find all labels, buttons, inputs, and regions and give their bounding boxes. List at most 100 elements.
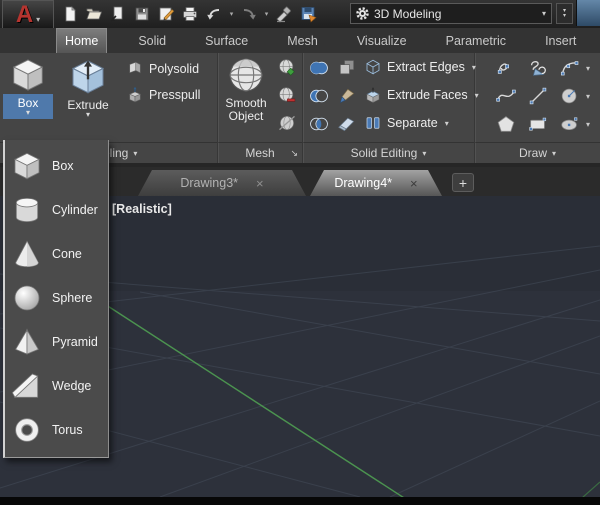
panel-expand-caret-icon: ▾ bbox=[422, 149, 426, 158]
panel-expand-caret-icon: ▾ bbox=[552, 149, 556, 158]
circle-icon bbox=[559, 85, 581, 107]
close-icon[interactable]: × bbox=[256, 176, 264, 191]
open-button[interactable] bbox=[82, 2, 106, 26]
separate-button[interactable]: Separate ▾ bbox=[364, 114, 449, 132]
circle-button[interactable] bbox=[559, 85, 581, 107]
box-flyout-caret-icon: ▾ bbox=[26, 110, 30, 116]
ellipse-caret-icon[interactable]: ▾ bbox=[583, 113, 593, 135]
union-icon bbox=[308, 60, 330, 76]
arc-button[interactable] bbox=[559, 57, 581, 79]
flyout-item-torus[interactable]: Torus bbox=[5, 408, 108, 452]
line-button[interactable] bbox=[527, 85, 549, 107]
mesh-reduce-button[interactable] bbox=[276, 85, 298, 107]
flyout-item-cylinder[interactable]: Cylinder bbox=[5, 188, 108, 232]
eraser-icon bbox=[337, 114, 357, 134]
infocenter-fragment bbox=[576, 0, 600, 26]
flyout-item-sphere[interactable]: Sphere bbox=[5, 276, 108, 320]
tab-insert[interactable]: Insert bbox=[537, 28, 584, 53]
slice-button[interactable] bbox=[336, 57, 358, 79]
polysolid-button[interactable]: Polysolid bbox=[126, 60, 199, 78]
arc-caret-icon[interactable]: ▾ bbox=[583, 57, 593, 79]
polyline-button[interactable] bbox=[495, 57, 517, 79]
visual-style-control[interactable]: [Realistic] bbox=[112, 202, 172, 216]
tab-mesh[interactable]: Mesh bbox=[279, 28, 326, 53]
subtract-icon bbox=[308, 88, 330, 104]
separate-label: Separate bbox=[387, 116, 438, 130]
sphere-icon bbox=[11, 282, 43, 314]
panel-label-mesh[interactable]: Mesh ↘ bbox=[218, 142, 302, 163]
spline-button[interactable] bbox=[495, 85, 517, 107]
box-split-button[interactable]: Box ▾ bbox=[3, 56, 53, 119]
panel-label-draw[interactable]: Draw ▾ bbox=[475, 142, 600, 163]
mesh-refine-button[interactable] bbox=[276, 57, 298, 79]
taper-faces-button[interactable] bbox=[336, 85, 358, 107]
box-button-highlight[interactable]: Box ▾ bbox=[3, 94, 53, 119]
intersect-button[interactable] bbox=[308, 113, 330, 135]
rectangle-button[interactable] bbox=[527, 113, 549, 135]
extrude-caret-icon: ▾ bbox=[86, 112, 90, 118]
extract-edges-label: Extract Edges bbox=[387, 60, 465, 74]
union-button[interactable] bbox=[308, 57, 330, 79]
extract-edges-icon bbox=[364, 58, 382, 76]
doc-tab-drawing3[interactable]: Drawing3* × bbox=[138, 170, 306, 196]
tab-solid[interactable]: Solid bbox=[130, 28, 174, 53]
print-button[interactable] bbox=[178, 2, 202, 26]
tab-surface[interactable]: Surface bbox=[197, 28, 256, 53]
polygon-button[interactable] bbox=[495, 113, 517, 135]
rectangle-icon bbox=[527, 113, 549, 135]
redo-dropdown-caret[interactable]: ▾ bbox=[261, 2, 272, 26]
printer-icon bbox=[181, 5, 199, 23]
freehand-sketch-button[interactable] bbox=[527, 57, 549, 79]
undo-dropdown-caret[interactable]: ▾ bbox=[226, 2, 237, 26]
save-web-button[interactable] bbox=[296, 2, 320, 26]
line-icon bbox=[527, 85, 549, 107]
mesh-refine-icon bbox=[277, 58, 297, 78]
save-web-icon bbox=[299, 5, 317, 23]
clean-button[interactable] bbox=[336, 113, 358, 135]
flyout-item-pyramid[interactable]: Pyramid bbox=[5, 320, 108, 364]
edit-plot-button[interactable] bbox=[154, 2, 178, 26]
flyout-item-cone[interactable]: Cone bbox=[5, 232, 108, 276]
mesh-none-button[interactable] bbox=[276, 112, 298, 134]
extract-edges-button[interactable]: Extract Edges ▾ bbox=[364, 58, 476, 76]
application-menu-button[interactable]: A ▾ bbox=[2, 0, 54, 30]
brush-icon bbox=[337, 86, 357, 106]
tab-home[interactable]: Home bbox=[56, 28, 107, 53]
tab-visualize[interactable]: Visualize bbox=[349, 28, 415, 53]
tab-parametric[interactable]: Parametric bbox=[438, 28, 514, 53]
new-file-icon bbox=[61, 5, 79, 23]
redo-button[interactable] bbox=[237, 2, 261, 26]
dialog-launcher-icon[interactable]: ↘ bbox=[290, 148, 298, 159]
workspace-label: 3D Modeling bbox=[374, 7, 542, 21]
mesh-slash-icon bbox=[277, 113, 297, 133]
smooth-object-button[interactable]: Smooth Object bbox=[222, 55, 270, 123]
undo-arrow-icon bbox=[205, 5, 223, 23]
plot-stamp-button[interactable] bbox=[272, 2, 296, 26]
flyout-item-box[interactable]: Box bbox=[5, 144, 108, 188]
close-icon[interactable]: × bbox=[410, 176, 418, 191]
doc-tab-drawing4[interactable]: Drawing4* × bbox=[310, 170, 442, 196]
extrude-faces-button[interactable]: Extrude Faces ▾ bbox=[364, 86, 479, 104]
freehand-sketch-icon bbox=[527, 57, 549, 79]
polyline-icon bbox=[495, 57, 517, 79]
circle-caret-icon[interactable]: ▾ bbox=[583, 85, 593, 107]
workspace-switcher[interactable]: 3D Modeling ▾ bbox=[350, 3, 552, 24]
extrude-faces-label: Extrude Faces bbox=[387, 88, 468, 102]
toolbar-overflow-button[interactable]: ▾ ▾ bbox=[556, 3, 573, 24]
new-drawing-tab-button[interactable]: + bbox=[452, 173, 474, 192]
presspull-button[interactable]: Presspull bbox=[126, 86, 200, 104]
flyout-item-label: Torus bbox=[52, 423, 83, 437]
undo-button[interactable] bbox=[202, 2, 226, 26]
new-file-button[interactable] bbox=[58, 2, 82, 26]
ellipse-button[interactable] bbox=[559, 113, 581, 135]
subtract-button[interactable] bbox=[308, 85, 330, 107]
flyout-item-label: Box bbox=[52, 159, 74, 173]
extrude-faces-icon bbox=[364, 86, 382, 104]
save-button[interactable] bbox=[106, 2, 130, 26]
draw-label-text: Draw bbox=[519, 146, 547, 160]
save-as-button[interactable] bbox=[130, 2, 154, 26]
panel-label-solid-editing[interactable]: Solid Editing ▾ bbox=[303, 142, 474, 163]
flyout-item-label: Pyramid bbox=[52, 335, 98, 349]
flyout-item-wedge[interactable]: Wedge bbox=[5, 364, 108, 408]
extrude-button[interactable]: Extrude ▾ bbox=[60, 56, 116, 118]
